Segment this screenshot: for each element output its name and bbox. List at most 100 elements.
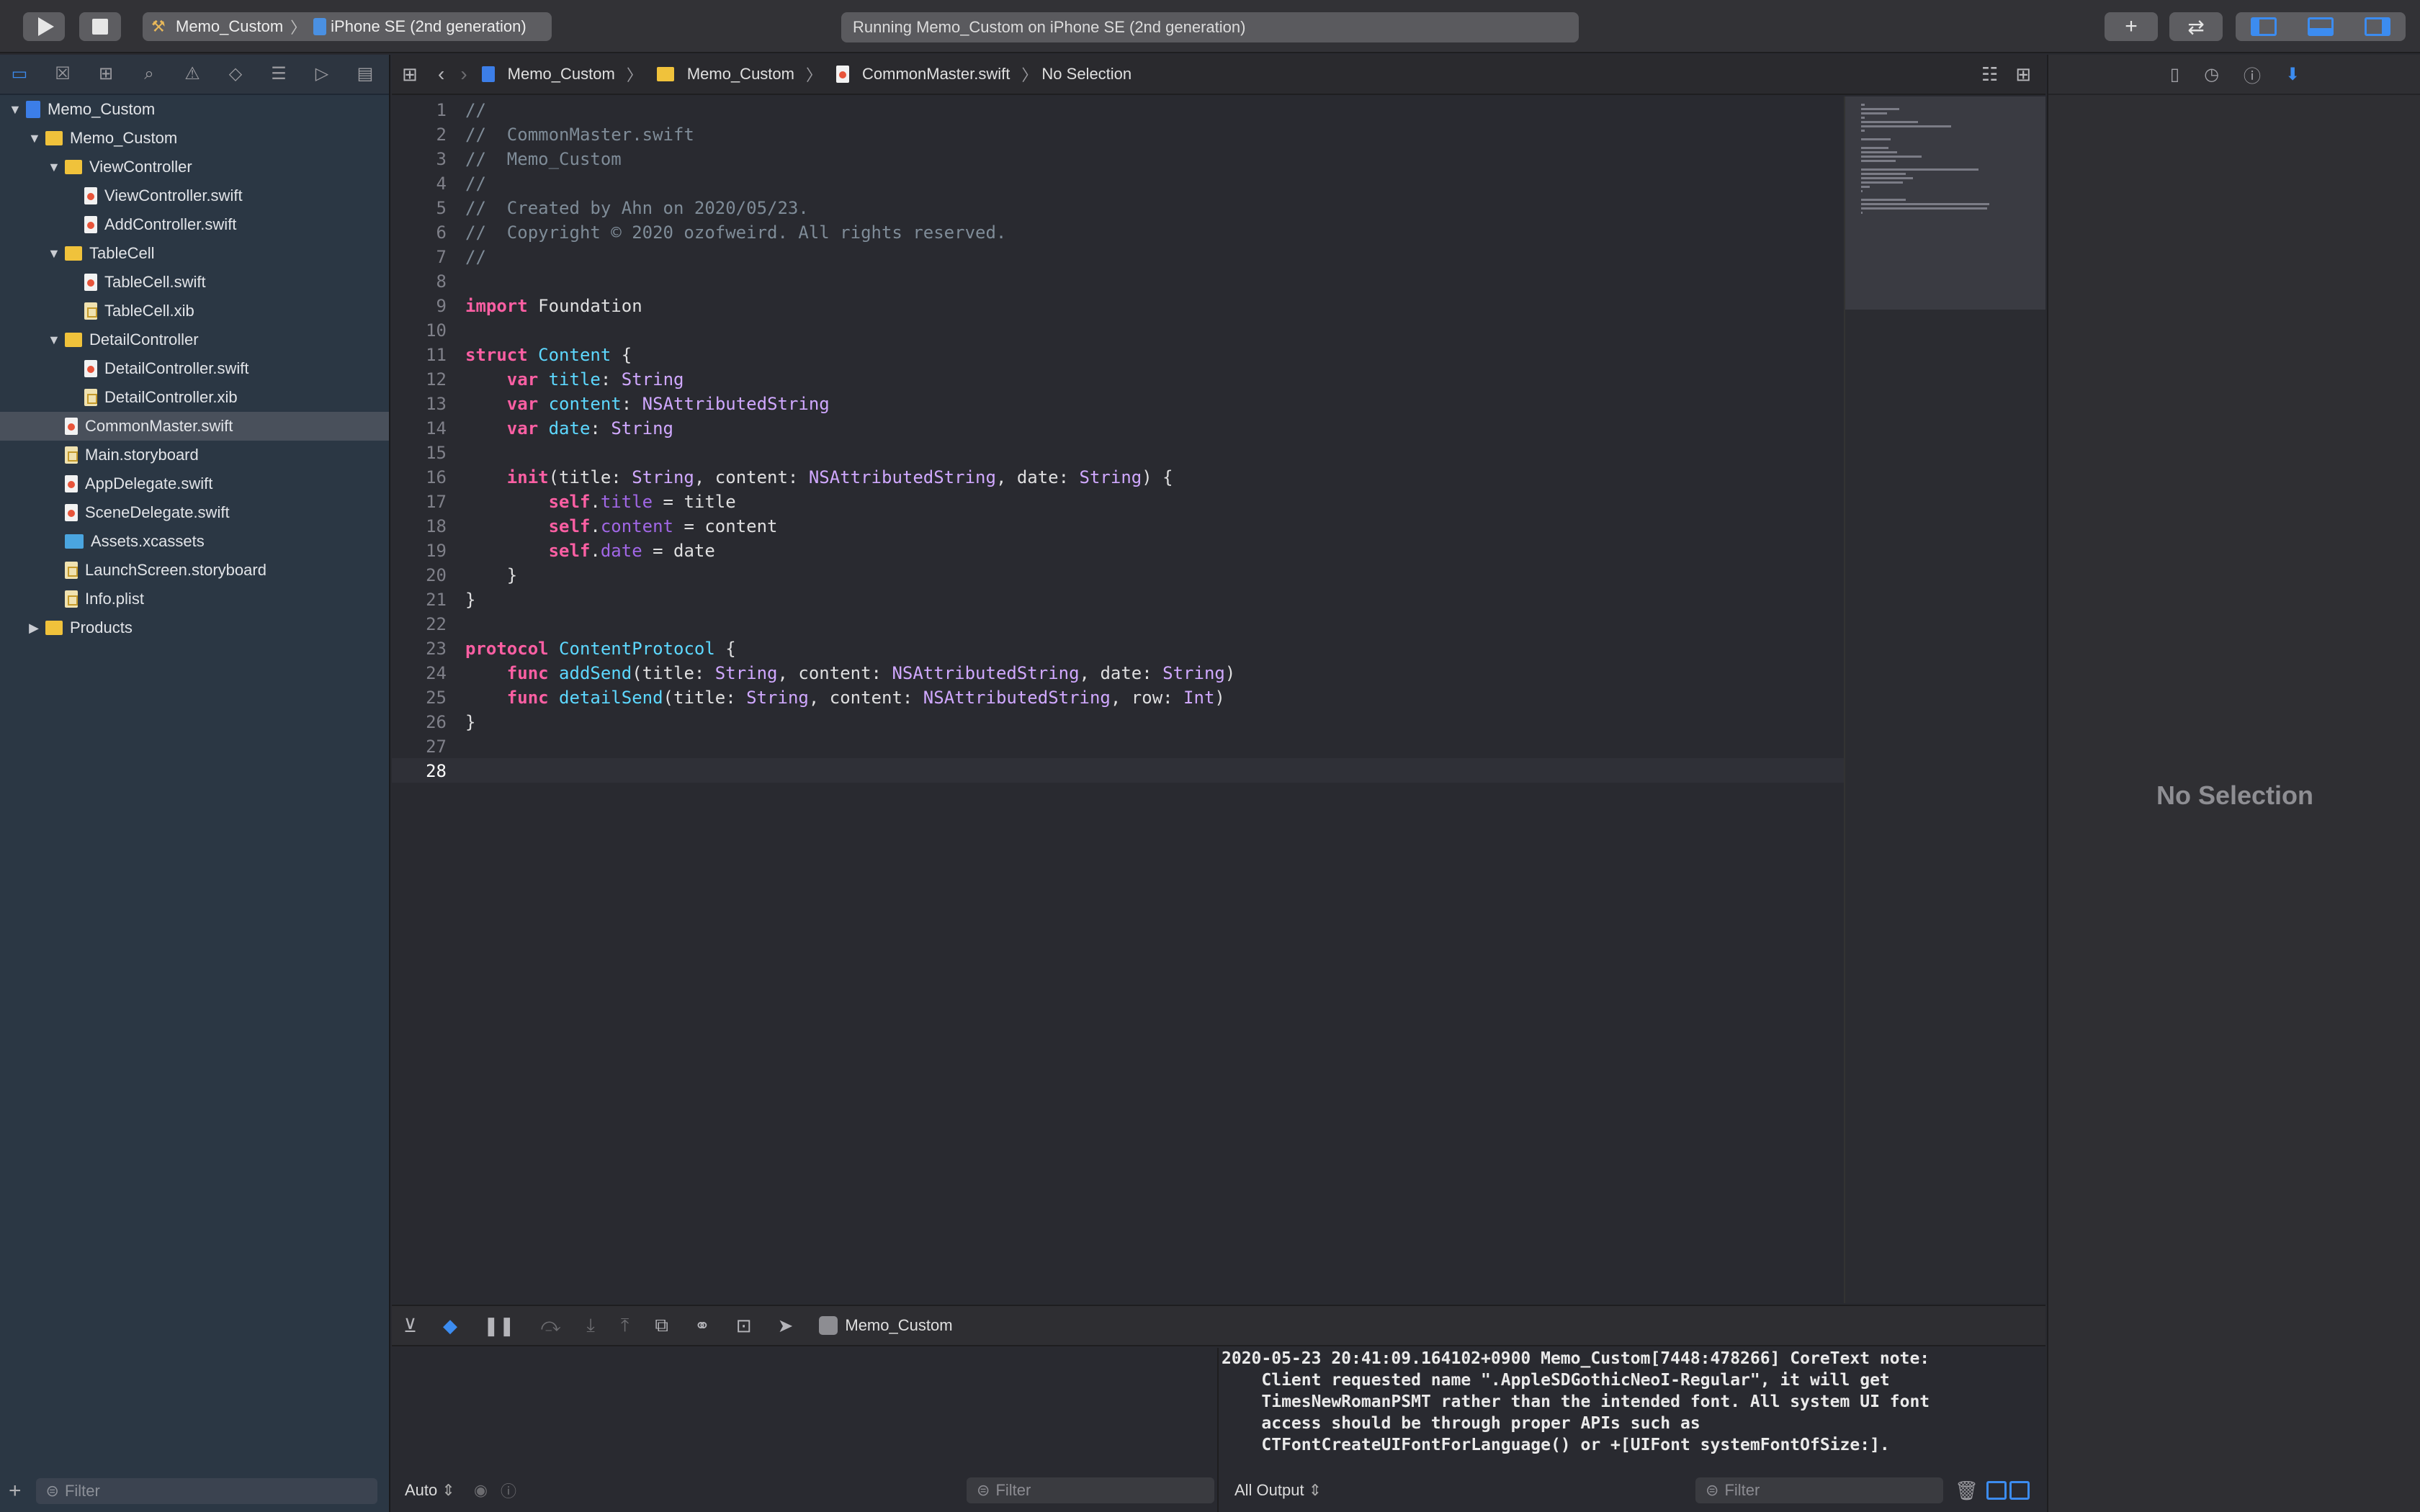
hide-debug-area-icon[interactable]: ⊻ <box>403 1315 417 1337</box>
editor-options-icon[interactable]: ☷ <box>1981 63 1998 86</box>
code-line[interactable]: // <box>465 247 486 267</box>
tree-item[interactable]: DetailController.xib <box>0 383 389 412</box>
eye-icon[interactable]: ◉ <box>474 1481 488 1500</box>
pause-icon[interactable]: ❚❚ <box>483 1315 515 1337</box>
search-icon[interactable]: ⌕ <box>138 64 160 84</box>
code-line[interactable]: self.title = title <box>465 492 736 512</box>
quick-help-icon[interactable]: ⓘ <box>2244 62 2261 87</box>
code-line[interactable]: // <box>465 100 486 120</box>
breadcrumb-project[interactable]: Memo_Custom 〉 <box>481 63 642 86</box>
scheme-selector[interactable]: ⚒ Memo_Custom 〉 iPhone SE (2nd generatio… <box>143 12 552 41</box>
disclosure-open-icon[interactable]: ▼ <box>28 131 41 146</box>
tree-item[interactable]: LaunchScreen.storyboard <box>0 556 389 585</box>
code-line[interactable]: import Foundation <box>465 296 642 316</box>
file-inspector-icon[interactable]: ▯ <box>2170 64 2179 85</box>
console-filter-input[interactable]: ⊜ Filter <box>1695 1477 1943 1503</box>
trash-icon[interactable]: 🗑 <box>1955 1480 1978 1502</box>
library-button[interactable]: + <box>2105 12 2158 41</box>
code-line[interactable]: // Copyright © 2020 ozofweird. All right… <box>465 222 1006 243</box>
code-line[interactable]: func detailSend(title: String, content: … <box>465 688 1225 708</box>
code-review-button[interactable]: ⇄ <box>2169 12 2223 41</box>
step-out-icon[interactable]: ⤒ <box>621 1314 629 1337</box>
code-line[interactable]: } <box>465 565 517 585</box>
console[interactable]: 2020-05-23 20:41:09.164102+0900 Memo_Cus… <box>1220 1348 2045 1512</box>
tree-item[interactable]: AppDelegate.swift <box>0 469 389 498</box>
tree-item[interactable]: Info.plist <box>0 585 389 613</box>
variables-filter-input[interactable]: ⊜ Filter <box>967 1477 1214 1503</box>
code-line[interactable]: var date: String <box>465 418 673 438</box>
environment-overrides-icon[interactable]: ⊡ <box>736 1315 752 1337</box>
disclosure-open-icon[interactable]: ▼ <box>48 160 60 175</box>
debug-icon[interactable]: ☰ <box>268 64 290 84</box>
code-line[interactable]: var content: NSAttributedString <box>465 394 830 414</box>
attributes-inspector-icon[interactable]: ⬇ <box>2285 64 2300 85</box>
source-editor[interactable]: 1 // 2 // CommonMaster.swift 3 // Memo_Custom… <box>392 96 1844 1303</box>
tree-item[interactable]: CommonMaster.swift <box>0 412 389 441</box>
info-icon[interactable]: ⓘ <box>501 1479 516 1502</box>
minimap[interactable] <box>1844 96 2045 1303</box>
tree-item[interactable]: AddController.swift <box>0 210 389 239</box>
tree-item[interactable]: ▼ DetailController <box>0 325 389 354</box>
tree-item[interactable]: ▼ Memo_Custom <box>0 124 389 153</box>
tree-item[interactable]: Main.storyboard <box>0 441 389 469</box>
tree-item[interactable]: ViewController.swift <box>0 181 389 210</box>
output-selector[interactable]: All Output ⇕ <box>1234 1481 1322 1500</box>
code-line[interactable]: self.date = date <box>465 541 715 561</box>
code-line[interactable]: } <box>465 590 475 610</box>
add-file-icon[interactable]: + <box>9 1479 22 1503</box>
warning-icon[interactable]: ⚠ <box>182 64 203 84</box>
toggle-inspector-icon[interactable] <box>2364 17 2390 36</box>
back-arrow-icon[interactable]: ‹ <box>438 63 444 86</box>
tree-item[interactable]: SceneDelegate.swift <box>0 498 389 527</box>
tree-item[interactable]: ▶ Products <box>0 613 389 642</box>
source-control-icon[interactable]: ☒ <box>52 64 73 84</box>
breadcrumb-file[interactable]: CommonMaster.swift 〉 <box>836 63 1037 86</box>
disclosure-open-icon[interactable]: ▼ <box>48 246 60 261</box>
step-over-icon[interactable]: ⤼ <box>541 1314 561 1337</box>
code-line[interactable]: // <box>465 174 486 194</box>
tree-item[interactable]: ▼ Memo_Custom <box>0 95 389 124</box>
code-line[interactable]: // Created by Ahn on 2020/05/23. <box>465 198 809 218</box>
navigator-filter-input[interactable]: ⊜ Filter <box>35 1478 377 1504</box>
tree-item[interactable]: ▼ TableCell <box>0 239 389 268</box>
code-line[interactable]: self.content = content <box>465 516 778 536</box>
history-inspector-icon[interactable]: ◷ <box>2204 64 2219 85</box>
code-line[interactable]: protocol ContentProtocol { <box>465 639 736 659</box>
auto-selector[interactable]: Auto ⇕ <box>405 1481 455 1500</box>
code-line[interactable]: func addSend(title: String, content: NSA… <box>465 663 1236 683</box>
breakpoint-icon[interactable]: ▷ <box>311 64 333 84</box>
tree-item[interactable]: TableCell.swift <box>0 268 389 297</box>
report-icon[interactable]: ▤ <box>354 64 376 84</box>
debug-target[interactable]: Memo_Custom <box>819 1316 953 1335</box>
disclosure-open-icon[interactable]: ▼ <box>9 102 22 117</box>
minimap-viewport[interactable] <box>1845 96 2045 310</box>
view-debugger-icon[interactable]: ⧉ <box>655 1314 668 1337</box>
tree-item[interactable]: TableCell.xib <box>0 297 389 325</box>
disclosure-open-icon[interactable]: ▼ <box>48 333 60 348</box>
toggle-navigator-icon[interactable] <box>2251 17 2277 36</box>
code-line[interactable]: // CommonMaster.swift <box>465 125 694 145</box>
tree-item[interactable]: DetailController.swift <box>0 354 389 383</box>
toggle-debug-area-icon[interactable] <box>2307 17 2334 36</box>
test-icon[interactable]: ◇ <box>225 64 246 84</box>
disclosure-closed-icon[interactable]: ▶ <box>28 621 40 636</box>
tree-item[interactable]: ▼ ViewController <box>0 153 389 181</box>
code-line[interactable]: // Memo_Custom <box>465 149 622 169</box>
run-button[interactable] <box>23 12 65 41</box>
step-into-icon[interactable]: ⤓ <box>586 1314 595 1337</box>
memory-graph-icon[interactable]: ⚭ <box>694 1315 710 1337</box>
code-line[interactable]: } <box>465 712 475 732</box>
breadcrumb-group[interactable]: Memo_Custom 〉 <box>656 63 822 86</box>
forward-arrow-icon[interactable]: › <box>460 63 467 86</box>
simulate-location-icon[interactable]: ➤ <box>778 1315 794 1337</box>
related-items-icon[interactable]: ⊞ <box>402 64 422 84</box>
code-line[interactable]: var title: String <box>465 369 684 390</box>
symbol-icon[interactable]: ⊞ <box>95 64 117 84</box>
split-view-icon[interactable] <box>1986 1481 2030 1500</box>
code-line[interactable]: struct Content { <box>465 345 632 365</box>
breakpoints-toggle-icon[interactable]: ◆ <box>443 1315 457 1337</box>
add-editor-icon[interactable]: ⊞ <box>2015 63 2031 86</box>
stop-button[interactable] <box>79 12 121 41</box>
code-line[interactable]: init(title: String, content: NSAttribute… <box>465 467 1173 487</box>
tree-item[interactable]: Assets.xcassets <box>0 527 389 556</box>
